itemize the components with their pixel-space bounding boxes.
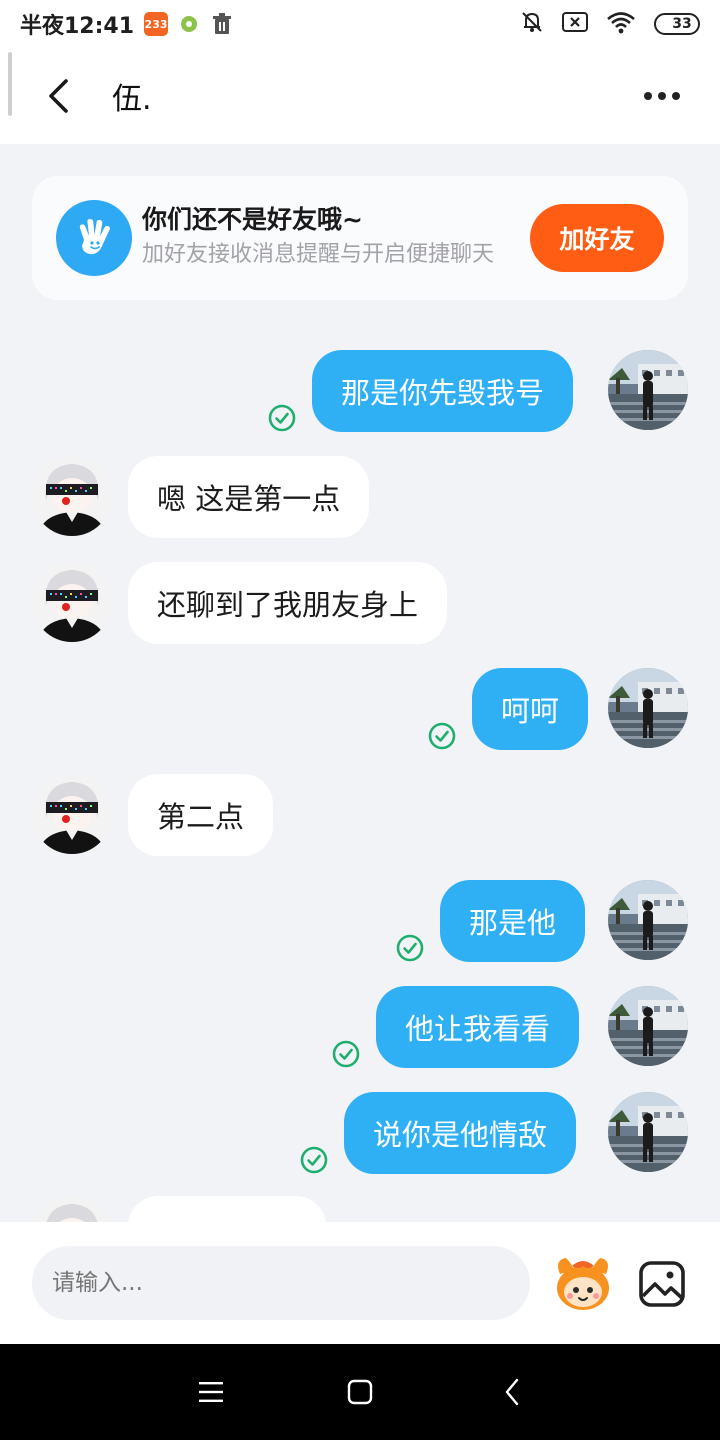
add-friend-banner: 你们还不是好友哦~ 加好友接收消息提醒与开启便捷聊天 加好友 bbox=[32, 176, 688, 300]
wave-hand-icon bbox=[56, 200, 132, 276]
menu-icon[interactable] bbox=[193, 1374, 229, 1410]
chevron-left-icon bbox=[49, 79, 68, 113]
message-bubble[interactable]: 嗯 这是第一点 bbox=[128, 456, 370, 538]
mascot-emoji-icon[interactable] bbox=[552, 1254, 614, 1314]
status-bar: 半夜12:41 233 33 bbox=[0, 0, 720, 48]
avatar[interactable] bbox=[32, 456, 112, 536]
avatar[interactable] bbox=[608, 350, 688, 430]
more-options-button[interactable] bbox=[640, 76, 684, 116]
avatar[interactable] bbox=[608, 1092, 688, 1172]
check-circle-icon bbox=[300, 1146, 328, 1174]
image-icon[interactable] bbox=[638, 1260, 686, 1308]
message-bubble[interactable]: 他让我看看 bbox=[376, 986, 580, 1068]
trash-icon bbox=[210, 12, 235, 36]
home-icon[interactable] bbox=[342, 1374, 378, 1410]
no-sim-icon bbox=[562, 11, 588, 37]
system-nav-bar bbox=[0, 1344, 720, 1440]
chat-header: 伍. bbox=[0, 48, 720, 144]
avatar[interactable] bbox=[608, 986, 688, 1066]
avatar[interactable] bbox=[608, 668, 688, 748]
add-friend-button[interactable]: 加好友 bbox=[530, 204, 664, 272]
app-badge-icon: 233 bbox=[144, 12, 169, 36]
mute-bell-icon bbox=[520, 10, 544, 38]
message-input[interactable] bbox=[32, 1246, 530, 1320]
chat-title: 伍. bbox=[112, 82, 152, 117]
back-nav-icon[interactable] bbox=[494, 1374, 530, 1410]
message-bubble[interactable]: 第二点 bbox=[128, 774, 274, 856]
battery-level: 33 bbox=[672, 16, 692, 32]
friend-prompt-subtitle: 加好友接收消息提醒与开启便捷聊天 bbox=[142, 242, 495, 267]
check-circle-icon bbox=[332, 1040, 360, 1068]
avatar[interactable] bbox=[32, 774, 112, 854]
status-time: 半夜12:41 bbox=[20, 14, 135, 39]
edge-handle bbox=[8, 52, 12, 116]
battery-icon: 33 bbox=[654, 13, 700, 35]
wifi-icon bbox=[606, 10, 636, 38]
message-bubble[interactable]: 说你是他情敌 bbox=[344, 1092, 577, 1174]
composer-bar bbox=[0, 1222, 720, 1344]
check-circle-icon bbox=[268, 404, 296, 432]
message-bubble[interactable]: 那是你先毁我号 bbox=[312, 350, 574, 432]
message-bubble[interactable]: 那是他 bbox=[440, 880, 586, 962]
gear-notification-icon bbox=[178, 12, 201, 36]
avatar[interactable] bbox=[608, 880, 688, 960]
check-circle-icon bbox=[396, 934, 424, 962]
message-bubble[interactable]: 还聊到了我朋友身上 bbox=[128, 562, 448, 644]
check-circle-icon bbox=[428, 722, 456, 750]
back-button[interactable] bbox=[28, 66, 88, 126]
friend-prompt-title: 你们还不是好友哦~ bbox=[142, 205, 363, 234]
message-bubble[interactable]: 呵呵 bbox=[472, 668, 589, 750]
avatar[interactable] bbox=[32, 562, 112, 642]
more-dots-icon bbox=[644, 92, 652, 100]
